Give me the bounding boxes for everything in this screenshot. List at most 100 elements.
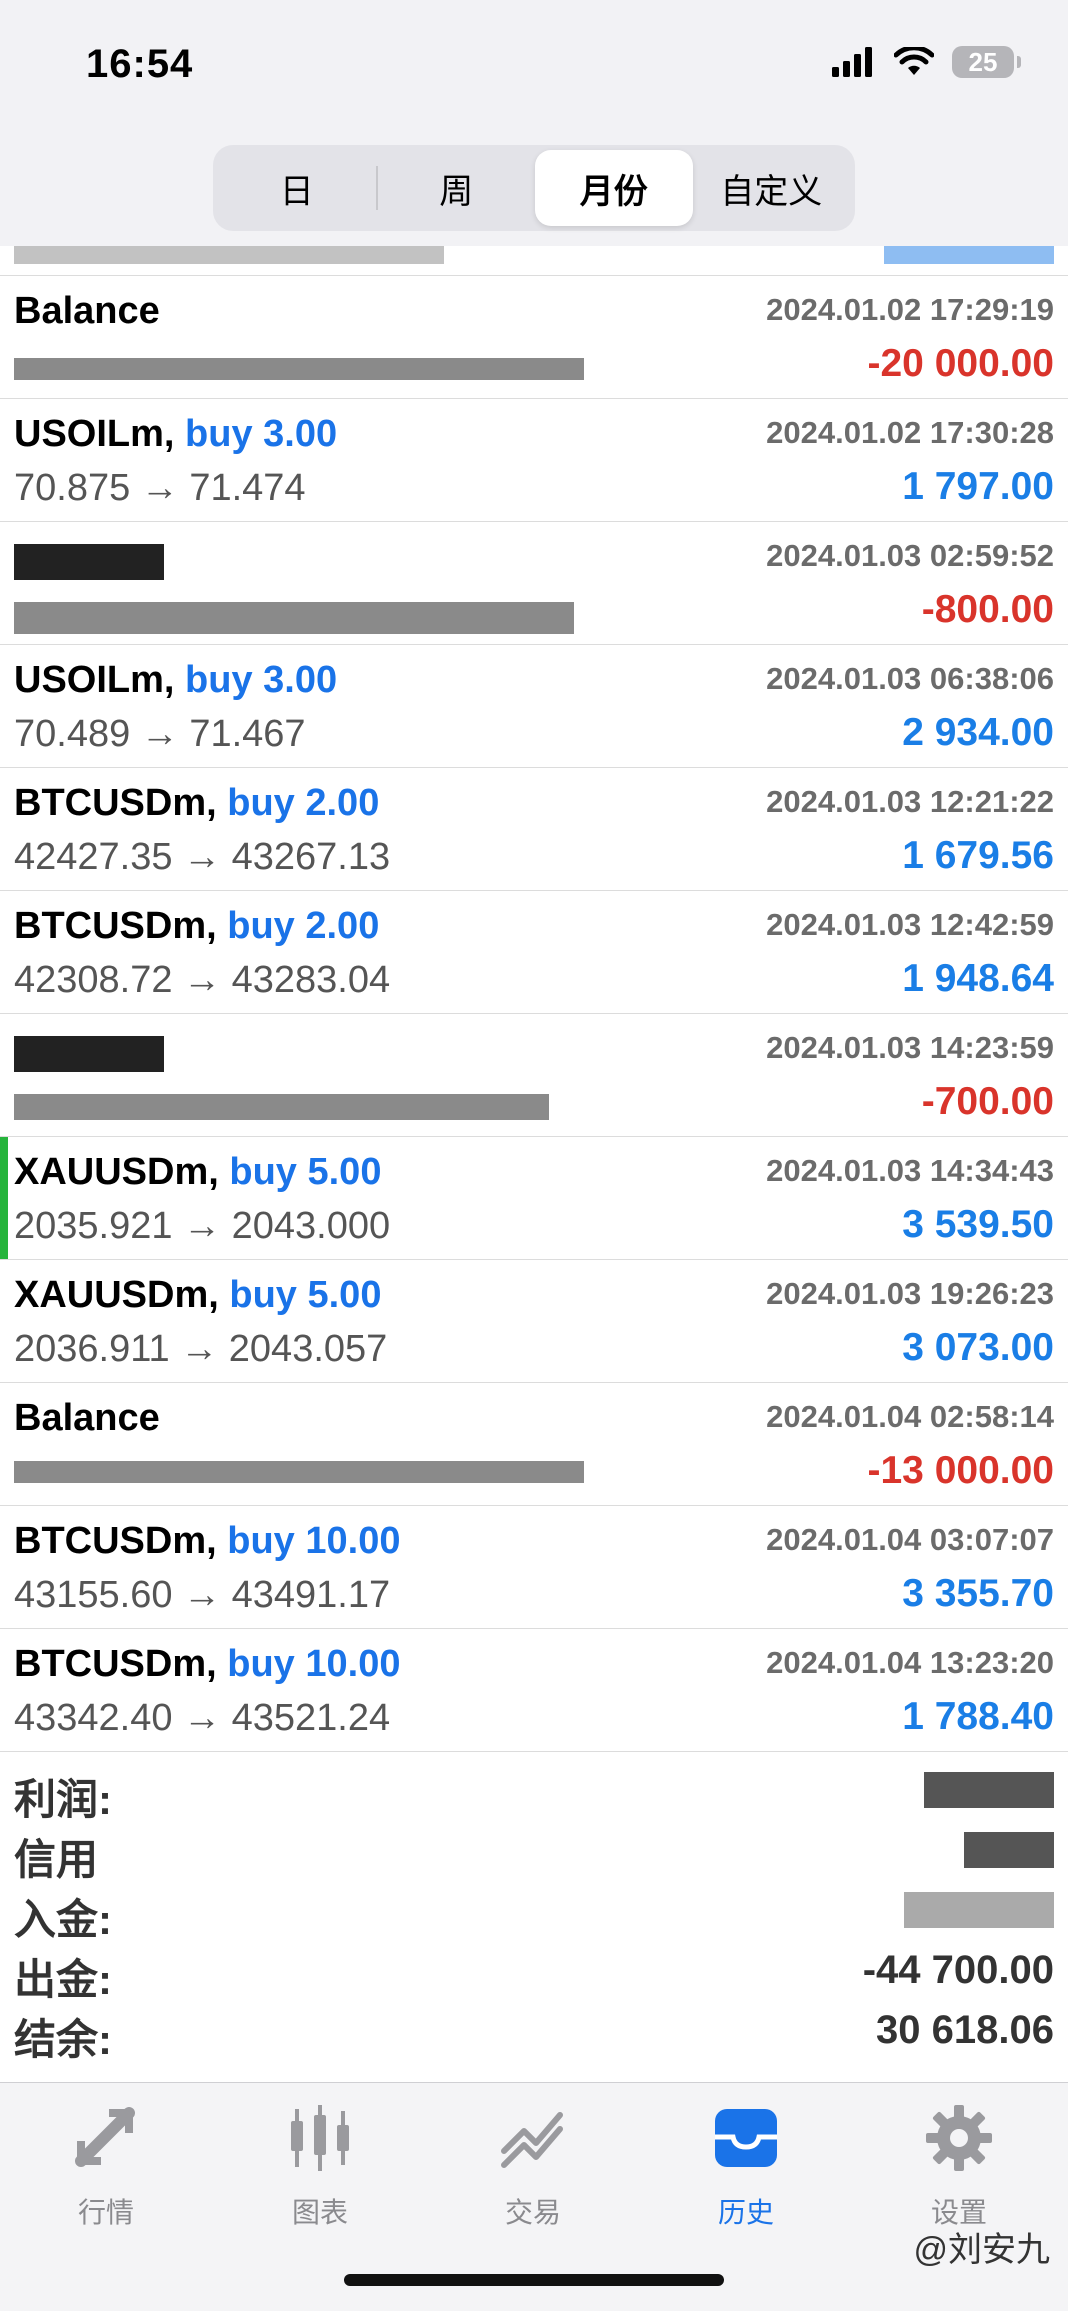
history-row[interactable]: BTCUSDm, buy 10.00 2024.01.04 13:23:20 4… (0, 1629, 1068, 1752)
quotes-icon (75, 2107, 135, 2167)
candlestick-icon (291, 2105, 349, 2171)
row-profit: 1 797.00 (902, 465, 1054, 508)
row-symbol: Balance (14, 1397, 160, 1440)
symbol: BTCUSDm, (14, 1520, 217, 1562)
wifi-icon (894, 47, 934, 75)
tab-settings[interactable]: 设置 (889, 2103, 1029, 2231)
profit-label: 利润: (14, 1776, 112, 1823)
row-profit: -700.00 (921, 1080, 1054, 1123)
segment-custom[interactable]: 自定义 (693, 150, 851, 226)
segment-day[interactable]: 日 (218, 150, 376, 226)
history-row[interactable]: BTCUSDm, buy 10.00 2024.01.04 03:07:07 4… (0, 1506, 1068, 1629)
row-profit: -20 000.00 (867, 342, 1055, 385)
symbol: XAUUSDm, (14, 1151, 219, 1193)
tab-quotes[interactable]: 行情 (36, 2103, 176, 2231)
history-row[interactable]: 2024.01.03 02:59:52 -800.00 (0, 522, 1068, 645)
tab-history[interactable]: 历史 (676, 2103, 816, 2231)
symbol: Balance (14, 290, 160, 332)
symbol: BTCUSDm, (14, 905, 217, 947)
segment-week[interactable]: 周 (378, 150, 536, 226)
gear-icon (926, 2105, 992, 2171)
row-timestamp: 2024.01.03 12:21:22 (766, 784, 1054, 819)
history-row[interactable]: USOILm, buy 3.00 2024.01.03 06:38:06 70.… (0, 645, 1068, 768)
history-row[interactable]: Balance 2024.01.04 02:58:14 -13 000.00 (0, 1383, 1068, 1506)
list-item-partial (0, 246, 1068, 276)
mosaic (924, 1772, 1054, 1808)
row-prices: 43342.40 → 43521.24 (14, 1697, 391, 1739)
row-profit: 3 355.70 (902, 1572, 1054, 1615)
row-timestamp: 2024.01.03 02:59:52 (766, 538, 1054, 573)
home-indicator[interactable] (344, 2274, 724, 2286)
history-row[interactable]: BTCUSDm, buy 2.00 2024.01.03 12:42:59 42… (0, 891, 1068, 1014)
deposit-label: 入金: (14, 1896, 112, 1943)
symbol: USOILm, (14, 413, 175, 455)
row-profit: -13 000.00 (867, 1449, 1055, 1492)
direction-volume: buy 3.00 (185, 659, 338, 701)
history-row[interactable]: USOILm, buy 3.00 2024.01.02 17:30:28 70.… (0, 399, 1068, 522)
watermark: @刘安九 (913, 2231, 1050, 2269)
row-symbol: USOILm, buy 3.00 (14, 413, 337, 456)
mosaic (14, 544, 164, 580)
battery-level: 25 (968, 46, 998, 77)
direction-volume: buy 10.00 (227, 1520, 401, 1562)
row-timestamp: 2024.01.03 14:34:43 (766, 1153, 1054, 1188)
direction-volume: buy 5.00 (229, 1151, 382, 1193)
history-row[interactable]: 2024.01.03 14:23:59 -700.00 (0, 1014, 1068, 1137)
row-timestamp: 2024.01.04 13:23:20 (766, 1645, 1054, 1680)
row-timestamp: 2024.01.03 19:26:23 (766, 1276, 1054, 1311)
period-segmented-control: 日 周 月份 自定义 (213, 145, 855, 231)
mosaic (14, 246, 444, 264)
withdrawal-label: 出金: (14, 1956, 112, 2003)
summary-credit: 信用 (0, 1820, 1068, 1883)
withdrawal-value: -44 700.00 (862, 1948, 1054, 1992)
battery-icon: 25 (952, 46, 1021, 78)
balance-value: 30 618.06 (876, 2008, 1054, 2052)
history-row[interactable]: Balance 2024.01.02 17:29:19 -20 000.00 (0, 276, 1068, 399)
direction-volume: buy 2.00 (227, 782, 380, 824)
history-list: Balance 2024.01.02 17:29:19 -20 000.00 U… (0, 246, 1068, 1752)
row-profit: 1 679.56 (902, 834, 1054, 877)
account-summary: 利润: 信用 入金: 出金: -44 700.00 结余: 30 618.06 (0, 1760, 1068, 2082)
mosaic (14, 602, 574, 634)
mosaic (14, 358, 584, 380)
symbol: BTCUSDm, (14, 1643, 217, 1685)
row-timestamp: 2024.01.03 06:38:06 (766, 661, 1054, 696)
history-row[interactable]: XAUUSDm, buy 5.00 2024.01.03 19:26:23 20… (0, 1260, 1068, 1383)
row-profit: 2 934.00 (902, 711, 1054, 754)
row-symbol: BTCUSDm, buy 2.00 (14, 905, 379, 948)
symbol: Balance (14, 1397, 160, 1439)
row-prices: 42308.72 → 43283.04 (14, 959, 391, 1001)
summary-balance: 结余: 30 618.06 (0, 2000, 1068, 2063)
direction-volume: buy 2.00 (227, 905, 380, 947)
tab-charts[interactable]: 图表 (250, 2103, 390, 2231)
top-area: 16:54 25 日 周 月份 自定义 (0, 0, 1068, 246)
history-row[interactable]: XAUUSDm, buy 5.00 2024.01.03 14:34:43 20… (0, 1137, 1068, 1260)
row-timestamp: 2024.01.03 12:42:59 (766, 907, 1054, 942)
trade-icon (501, 2112, 563, 2168)
row-profit: 1 788.40 (902, 1695, 1054, 1738)
history-row[interactable]: BTCUSDm, buy 2.00 2024.01.03 12:21:22 42… (0, 768, 1068, 891)
segment-month[interactable]: 月份 (535, 150, 693, 226)
symbol: XAUUSDm, (14, 1274, 219, 1316)
tab-label: 行情 (77, 2197, 134, 2228)
balance-label: 结余: (14, 2016, 112, 2063)
mosaic (14, 1094, 549, 1120)
row-symbol: Balance (14, 290, 160, 333)
row-profit: 1 948.64 (902, 957, 1054, 1000)
row-profit: 3 073.00 (902, 1326, 1054, 1369)
summary-deposit: 入金: (0, 1880, 1068, 1943)
row-symbol: BTCUSDm, buy 10.00 (14, 1643, 400, 1686)
row-prices: 2036.911 → 2043.057 (14, 1328, 388, 1370)
row-prices: 2035.921 → 2043.000 (14, 1205, 391, 1247)
row-symbol: BTCUSDm, buy 10.00 (14, 1520, 400, 1563)
row-prices: 42427.35 → 43267.13 (14, 836, 391, 878)
symbol: BTCUSDm, (14, 782, 217, 824)
tab-trade[interactable]: 交易 (463, 2103, 603, 2231)
row-timestamp: 2024.01.02 17:30:28 (766, 415, 1054, 450)
direction-volume: buy 10.00 (227, 1643, 401, 1685)
row-timestamp: 2024.01.03 14:23:59 (766, 1030, 1054, 1065)
mosaic (904, 1892, 1054, 1928)
row-timestamp: 2024.01.04 02:58:14 (766, 1399, 1054, 1434)
row-prices: 43155.60 → 43491.17 (14, 1574, 391, 1616)
row-prices: 70.489 → 71.467 (14, 713, 306, 755)
